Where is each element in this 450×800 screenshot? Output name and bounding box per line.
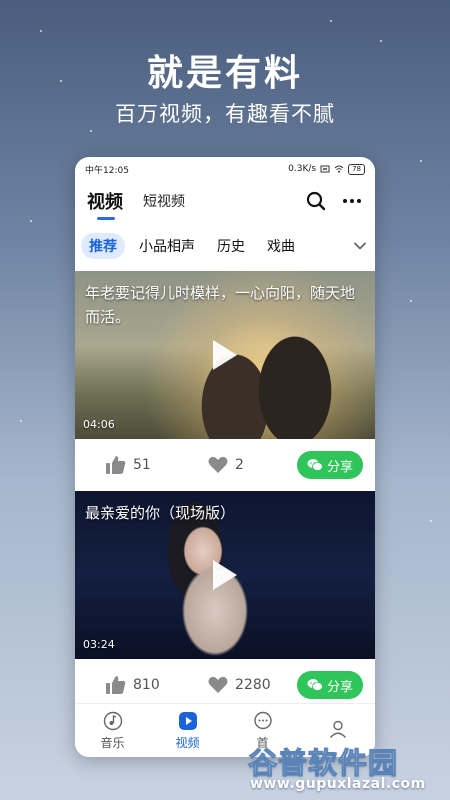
network-speed: 0.3K/s xyxy=(288,164,317,174)
video-actions: 51 2 分享 xyxy=(75,439,375,491)
play-icon[interactable] xyxy=(209,557,241,593)
phone-screen: 中午12:05 0.3K/s 78 视频 短视频 推荐 小品相声 历史 戏曲 年… xyxy=(75,157,375,757)
watermark: 谷普软件园 www.gupuxlazal.com xyxy=(247,740,444,796)
like-count: 51 xyxy=(133,457,151,473)
video-icon xyxy=(178,711,197,730)
watermark-url: www.gupuxlazal.com xyxy=(250,776,426,792)
heart-icon xyxy=(208,676,228,693)
promo-headline: 就是有料 xyxy=(146,53,303,94)
like-button[interactable]: 810 xyxy=(105,674,160,696)
status-indicators: 0.3K/s 78 xyxy=(288,163,365,175)
nav-item-video[interactable]: 视频 xyxy=(150,704,225,757)
video-title: 年老要记得儿时模样，一心向阳，随天地而活。 xyxy=(85,284,356,326)
sim-icon xyxy=(320,165,330,173)
heart-icon xyxy=(208,456,228,473)
tab-video[interactable]: 视频 xyxy=(87,188,123,220)
category-comedy[interactable]: 小品相声 xyxy=(131,233,203,259)
thumbs-up-icon xyxy=(106,456,126,474)
chevron-down-icon[interactable] xyxy=(353,239,367,253)
top-bar: 视频 短视频 xyxy=(75,183,375,220)
profile-icon xyxy=(329,720,346,738)
share-label: 分享 xyxy=(326,459,353,475)
video-card-2[interactable]: 最亲爱的你（现场版） 03:24 xyxy=(75,491,375,659)
nav-label: 音乐 xyxy=(100,735,125,750)
promo-subline: 百万视频，有趣看不腻 xyxy=(115,102,335,126)
video-duration: 04:06 xyxy=(83,418,115,431)
wechat-icon xyxy=(307,459,323,471)
status-time: 中午12:05 xyxy=(85,165,129,176)
category-opera[interactable]: 戏曲 xyxy=(259,233,303,259)
tab-short-video[interactable]: 短视频 xyxy=(143,191,185,211)
video-card-1[interactable]: 年老要记得儿时模样，一心向阳，随天地而活。 04:06 xyxy=(75,271,375,439)
search-icon[interactable] xyxy=(305,190,327,212)
music-icon xyxy=(103,711,122,730)
favorite-button[interactable]: 2280 xyxy=(207,674,271,696)
share-button[interactable]: 分享 xyxy=(297,451,363,479)
more-icon[interactable] xyxy=(341,190,363,212)
chat-icon xyxy=(253,711,272,729)
category-bar: 推荐 小品相声 历史 戏曲 xyxy=(75,231,375,261)
share-button[interactable]: 分享 xyxy=(297,671,363,699)
video-duration: 03:24 xyxy=(83,638,115,651)
category-history[interactable]: 历史 xyxy=(209,233,253,259)
like-button[interactable]: 51 xyxy=(105,454,151,476)
favorite-count: 2 xyxy=(235,457,244,473)
battery-icon: 78 xyxy=(348,163,365,175)
nav-item-music[interactable]: 音乐 xyxy=(75,704,150,757)
favorite-button[interactable]: 2 xyxy=(207,454,244,476)
like-count: 810 xyxy=(133,677,160,693)
status-bar: 中午12:05 0.3K/s 78 xyxy=(75,157,375,181)
wifi-icon xyxy=(334,165,344,173)
favorite-count: 2280 xyxy=(235,677,271,693)
nav-label: 视频 xyxy=(175,735,200,750)
thumbs-up-icon xyxy=(106,676,126,694)
play-icon[interactable] xyxy=(209,337,241,373)
share-label: 分享 xyxy=(326,679,353,695)
video-title: 最亲爱的你（现场版） xyxy=(85,504,236,522)
wechat-icon xyxy=(307,679,323,691)
category-recommend[interactable]: 推荐 xyxy=(81,233,125,259)
